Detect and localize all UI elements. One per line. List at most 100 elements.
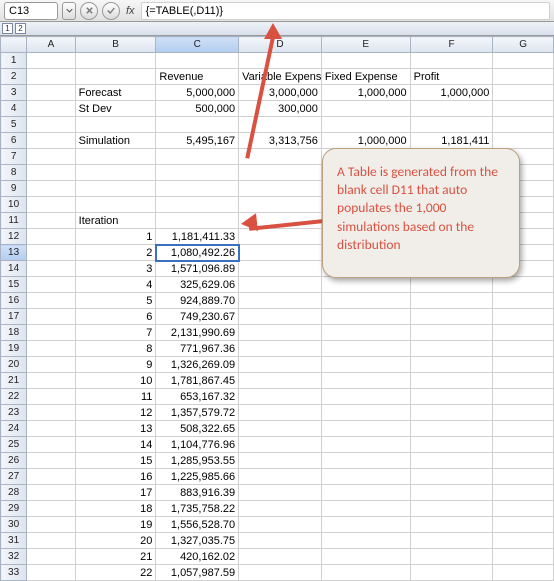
iter-val[interactable]: 1,735,758.22	[156, 501, 239, 517]
cell[interactable]	[27, 149, 75, 165]
outline-level-1[interactable]: 1	[2, 23, 13, 34]
row-header-8[interactable]: 8	[1, 165, 27, 181]
worksheet[interactable]: A B C D E F G 12 Revenue Variable Expens…	[0, 36, 554, 581]
cell[interactable]	[156, 165, 239, 181]
iter-num[interactable]: 3	[75, 261, 156, 277]
iter-num[interactable]: 15	[75, 453, 156, 469]
cell[interactable]	[156, 117, 239, 133]
iter-val[interactable]: 1,225,985.66	[156, 469, 239, 485]
cell[interactable]	[239, 197, 322, 213]
cell[interactable]	[239, 53, 322, 69]
row-header-20[interactable]: 20	[1, 357, 27, 373]
cell[interactable]: 5,000,000	[156, 85, 239, 101]
name-box-dropdown[interactable]	[62, 2, 76, 20]
row-header-30[interactable]: 30	[1, 517, 27, 533]
row-header-33[interactable]: 33	[1, 565, 27, 581]
cell[interactable]	[156, 53, 239, 69]
cell[interactable]: 500,000	[156, 101, 239, 117]
lbl-stdev[interactable]: St Dev	[75, 101, 156, 117]
lbl-iteration[interactable]: Iteration	[75, 213, 156, 229]
col-G[interactable]: G	[493, 37, 554, 53]
iter-val[interactable]: 1,556,528.70	[156, 517, 239, 533]
iter-num[interactable]: 2	[75, 245, 156, 261]
cell[interactable]	[27, 181, 75, 197]
row-header-26[interactable]: 26	[1, 453, 27, 469]
cell[interactable]	[27, 53, 75, 69]
iter-val[interactable]: 1,181,411.33	[156, 229, 239, 245]
select-all-corner[interactable]	[1, 37, 27, 53]
row-header-23[interactable]: 23	[1, 405, 27, 421]
iter-val[interactable]: 508,322.65	[156, 421, 239, 437]
cell[interactable]: 1,000,000	[321, 85, 410, 101]
iter-val[interactable]: 1,571,096.89	[156, 261, 239, 277]
cell[interactable]	[239, 165, 322, 181]
iter-val[interactable]: 1,326,269.09	[156, 357, 239, 373]
name-box[interactable]: C13	[4, 2, 58, 20]
row-header-16[interactable]: 16	[1, 293, 27, 309]
row-header-27[interactable]: 27	[1, 469, 27, 485]
cell[interactable]	[27, 117, 75, 133]
cell[interactable]	[493, 53, 554, 69]
iter-num[interactable]: 12	[75, 405, 156, 421]
iter-num[interactable]: 20	[75, 533, 156, 549]
row-header-14[interactable]: 14	[1, 261, 27, 277]
cell[interactable]	[410, 117, 493, 133]
iter-num[interactable]: 19	[75, 517, 156, 533]
iter-val[interactable]: 1,080,492.26	[156, 245, 239, 261]
formula-input[interactable]: {=TABLE(,D11)}	[141, 2, 550, 20]
iter-num[interactable]: 14	[75, 437, 156, 453]
col-B[interactable]: B	[75, 37, 156, 53]
cell[interactable]: 3,000,000	[239, 85, 322, 101]
row-header-22[interactable]: 22	[1, 389, 27, 405]
cell[interactable]: 1,000,000	[321, 133, 410, 149]
iter-num[interactable]: 17	[75, 485, 156, 501]
cell[interactable]	[75, 53, 156, 69]
iter-val[interactable]: 749,230.67	[156, 309, 239, 325]
hdr-varexp[interactable]: Variable Expense	[239, 69, 322, 85]
iter-val[interactable]: 325,629.06	[156, 277, 239, 293]
iter-val[interactable]: 653,167.32	[156, 389, 239, 405]
row-header-25[interactable]: 25	[1, 437, 27, 453]
col-E[interactable]: E	[321, 37, 410, 53]
iter-val[interactable]: 1,327,035.75	[156, 533, 239, 549]
fx-label[interactable]: fx	[124, 5, 137, 17]
row-header-19[interactable]: 19	[1, 341, 27, 357]
cell[interactable]: 1,000,000	[410, 85, 493, 101]
iter-val[interactable]: 1,781,867.45	[156, 373, 239, 389]
row-header-31[interactable]: 31	[1, 533, 27, 549]
hdr-profit[interactable]: Profit	[410, 69, 493, 85]
row-header-10[interactable]: 10	[1, 197, 27, 213]
iter-val[interactable]: 924,889.70	[156, 293, 239, 309]
row-header-13[interactable]: 13	[1, 245, 27, 261]
iter-val[interactable]: 2,131,990.69	[156, 325, 239, 341]
row-header-9[interactable]: 9	[1, 181, 27, 197]
cell[interactable]	[156, 197, 239, 213]
cell[interactable]	[156, 181, 239, 197]
row-header-3[interactable]: 3	[1, 85, 27, 101]
cell[interactable]	[321, 117, 410, 133]
col-A[interactable]: A	[27, 37, 75, 53]
iter-val[interactable]: 771,967.36	[156, 341, 239, 357]
row-header-21[interactable]: 21	[1, 373, 27, 389]
cell[interactable]	[239, 181, 322, 197]
cell[interactable]	[75, 165, 156, 181]
hdr-fixedexp[interactable]: Fixed Expense	[321, 69, 410, 85]
outline-level-2[interactable]: 2	[15, 23, 26, 34]
row-header-29[interactable]: 29	[1, 501, 27, 517]
iter-num[interactable]: 22	[75, 565, 156, 581]
grid[interactable]: A B C D E F G 12 Revenue Variable Expens…	[0, 36, 554, 581]
cell[interactable]	[27, 165, 75, 181]
cell[interactable]: 300,000	[239, 101, 322, 117]
row-header-24[interactable]: 24	[1, 421, 27, 437]
iter-num[interactable]: 8	[75, 341, 156, 357]
iter-val[interactable]: 1,285,953.55	[156, 453, 239, 469]
iter-num[interactable]: 6	[75, 309, 156, 325]
iter-num[interactable]: 11	[75, 389, 156, 405]
row-header-17[interactable]: 17	[1, 309, 27, 325]
iter-num[interactable]: 5	[75, 293, 156, 309]
enter-button[interactable]	[102, 2, 120, 20]
cell[interactable]	[75, 149, 156, 165]
cell[interactable]: 1,181,411	[410, 133, 493, 149]
cell[interactable]	[75, 181, 156, 197]
cell[interactable]	[493, 117, 554, 133]
